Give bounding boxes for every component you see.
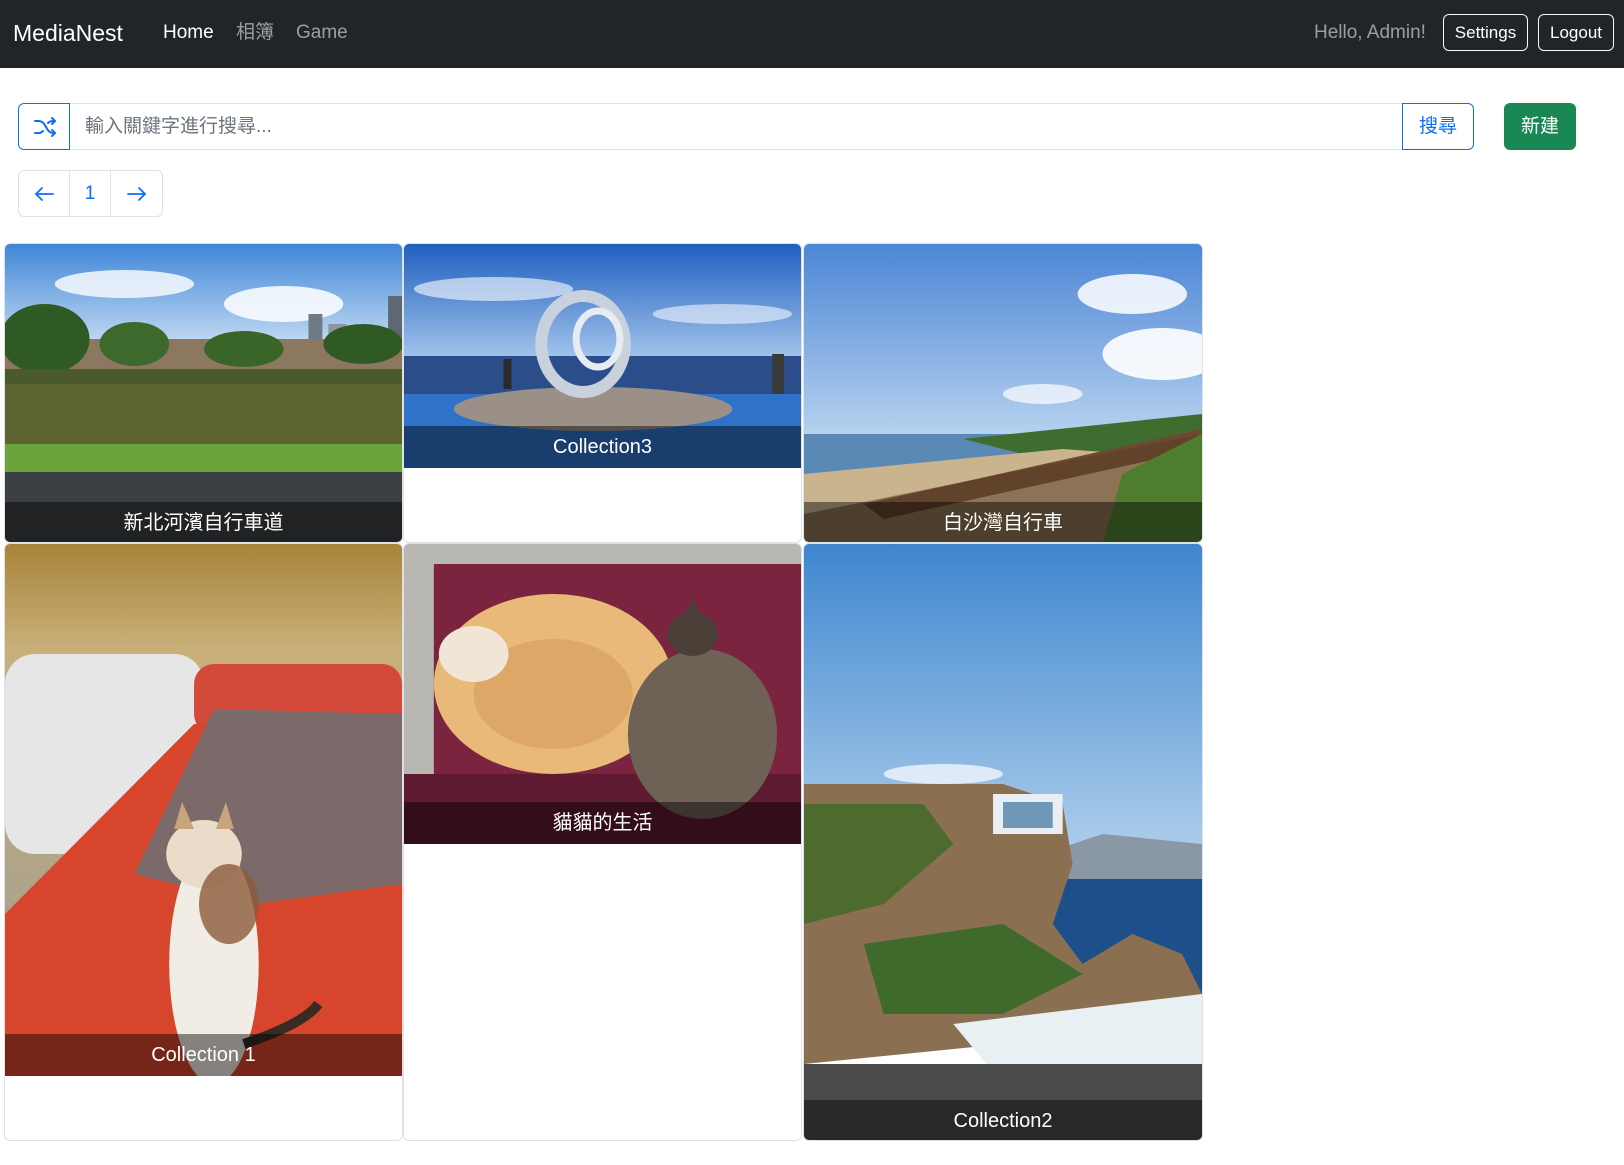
user-greeting: Hello, Admin! bbox=[1314, 22, 1426, 43]
collection-card-2[interactable]: Collection3 bbox=[403, 243, 802, 543]
collection-title: Collection 1 bbox=[5, 1034, 402, 1076]
arrow-right-icon bbox=[126, 187, 146, 201]
collection-card-5[interactable]: 貓貓的生活 bbox=[403, 543, 802, 1141]
collection-title: Collection2 bbox=[804, 1100, 1202, 1140]
collection-thumbnail bbox=[404, 544, 801, 844]
collection-thumbnail bbox=[804, 544, 1202, 1140]
collection-thumbnail bbox=[5, 544, 402, 1076]
create-button[interactable]: 新建 bbox=[1504, 103, 1576, 150]
shuffle-icon bbox=[34, 117, 56, 137]
settings-button[interactable]: Settings bbox=[1443, 14, 1528, 51]
nav-link-home[interactable]: Home bbox=[163, 20, 214, 46]
collection-title: Collection3 bbox=[404, 426, 801, 468]
search-input[interactable] bbox=[70, 103, 1420, 150]
pagination-page-1[interactable]: 1 bbox=[70, 171, 111, 216]
brand-logo[interactable]: MediaNest bbox=[13, 17, 123, 49]
shuffle-button[interactable] bbox=[18, 103, 70, 150]
collection-card-4[interactable]: Collection 1 bbox=[4, 543, 403, 1141]
collection-thumbnail bbox=[804, 244, 1202, 542]
pagination-next-button[interactable] bbox=[111, 171, 162, 216]
pagination-prev-button[interactable] bbox=[19, 171, 70, 216]
collection-title: 貓貓的生活 bbox=[404, 802, 801, 844]
nav-link-album[interactable]: 相簿 bbox=[236, 20, 274, 46]
pagination: 1 bbox=[18, 170, 163, 217]
collection-thumbnail bbox=[5, 244, 402, 542]
collection-card-6[interactable]: Collection2 bbox=[803, 543, 1203, 1141]
logout-button[interactable]: Logout bbox=[1538, 14, 1614, 51]
arrow-left-icon bbox=[35, 187, 54, 201]
collection-title: 新北河濱自行車道 bbox=[5, 502, 402, 542]
collection-card-1[interactable]: 新北河濱自行車道 bbox=[4, 243, 403, 543]
collection-title: 白沙灣自行車 bbox=[804, 502, 1202, 542]
search-group: 搜尋 bbox=[18, 103, 1474, 150]
collection-card-3[interactable]: 白沙灣自行車 bbox=[803, 243, 1203, 543]
nav-link-game[interactable]: Game bbox=[296, 20, 348, 46]
search-button[interactable]: 搜尋 bbox=[1402, 103, 1474, 150]
navbar: MediaNest Home 相簿 Game Hello, Admin! Set… bbox=[0, 0, 1624, 68]
